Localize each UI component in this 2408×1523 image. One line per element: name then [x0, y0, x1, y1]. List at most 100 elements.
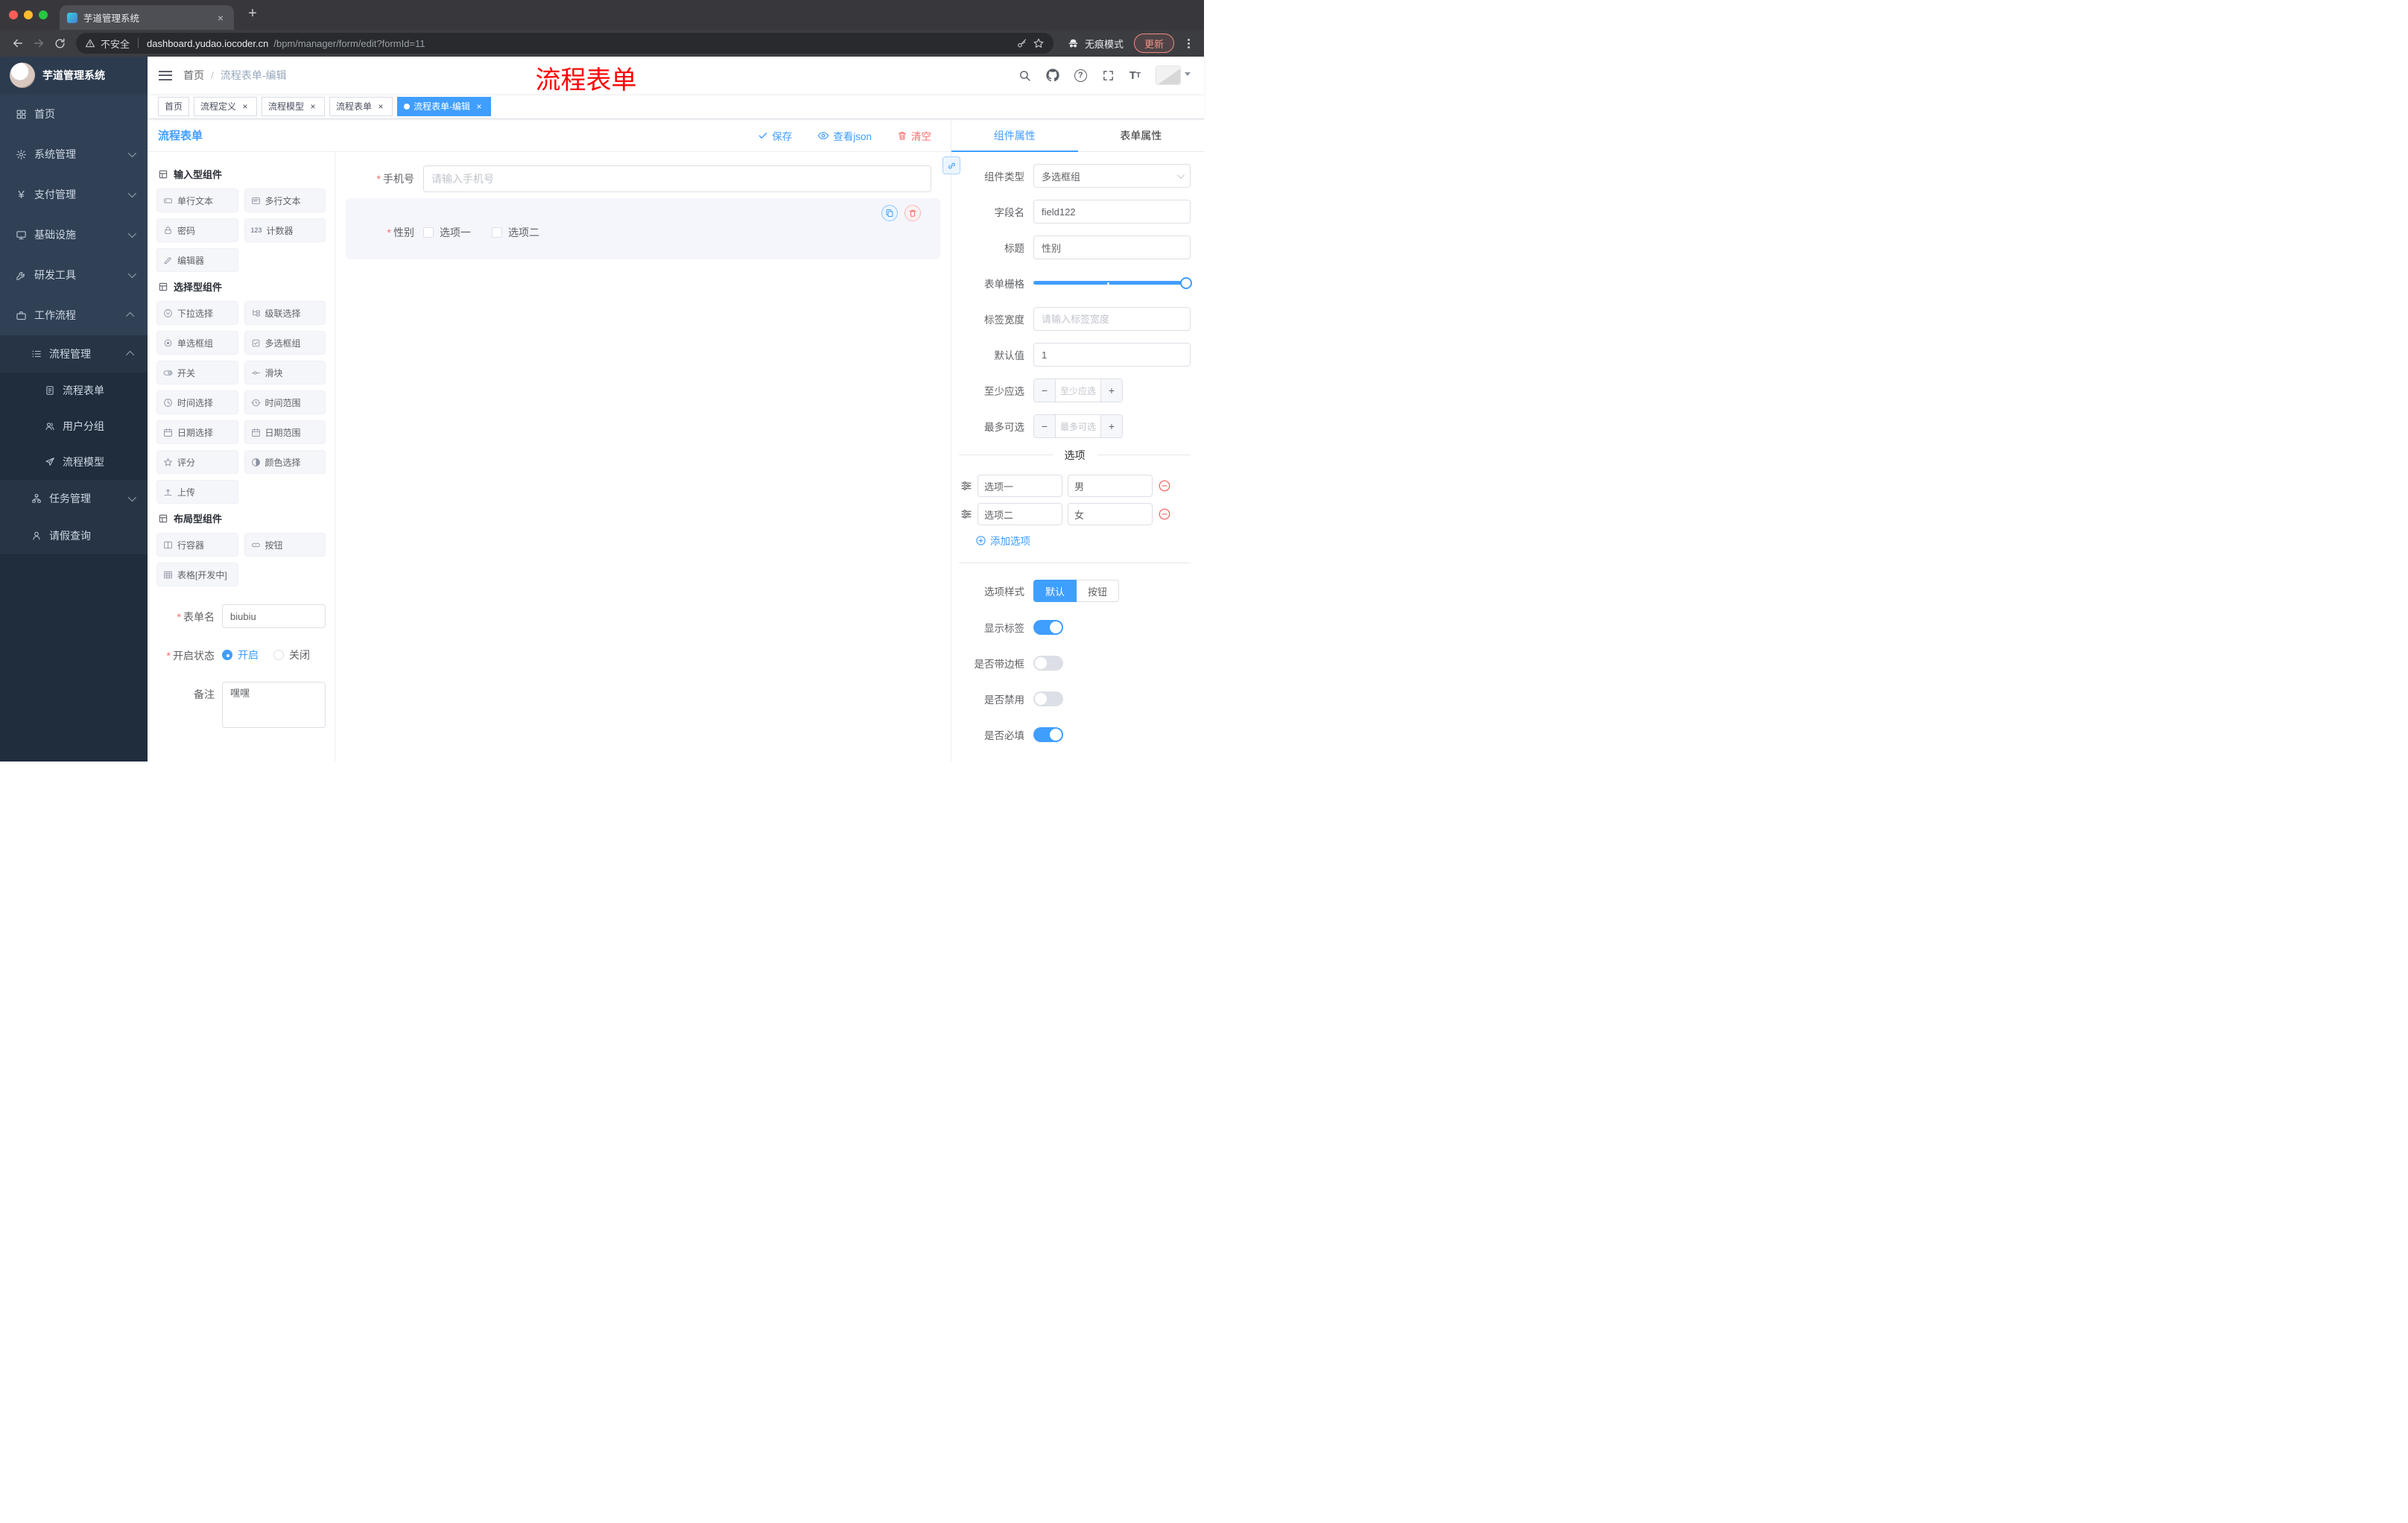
tag-close-icon[interactable]: ×: [308, 101, 318, 112]
remove-option-button[interactable]: [1158, 507, 1171, 521]
fullscreen-icon[interactable]: [1102, 69, 1115, 82]
tag-process-definition[interactable]: 流程定义 ×: [194, 96, 258, 116]
tag-process-form-edit[interactable]: 流程表单-编辑 ×: [397, 96, 492, 116]
view-json-button[interactable]: 查看json: [817, 128, 872, 143]
github-icon[interactable]: [1046, 69, 1059, 82]
palette-item-date[interactable]: 日期选择: [156, 420, 238, 444]
status-on-radio[interactable]: 开启: [222, 647, 259, 662]
decrease-button[interactable]: −: [1034, 415, 1056, 437]
required-switch[interactable]: [1033, 727, 1063, 742]
title-input[interactable]: [1033, 235, 1191, 259]
field-gender-selected[interactable]: * 性别 选项一 选项二: [346, 198, 940, 259]
sidebar-item-process-mgmt[interactable]: 流程管理: [0, 335, 148, 373]
forward-icon[interactable]: [28, 33, 49, 54]
label-width-input[interactable]: [1033, 307, 1191, 331]
grid-slider[interactable]: [1033, 271, 1192, 295]
sidebar-item-leave-query[interactable]: 请假查询: [0, 517, 148, 554]
add-option-button[interactable]: 添加选项: [975, 533, 1191, 548]
increase-button[interactable]: +: [1100, 415, 1122, 437]
save-button[interactable]: 保存: [758, 128, 792, 143]
palette-item-row-container[interactable]: 行容器: [156, 533, 238, 557]
sidebar-item-system[interactable]: 系统管理: [0, 134, 148, 174]
option-value-input[interactable]: [1068, 475, 1153, 497]
drag-handle-icon[interactable]: [960, 508, 972, 520]
option-value-input[interactable]: [1068, 503, 1153, 525]
bookmark-star-icon[interactable]: [1033, 37, 1045, 49]
palette-item-radio-group[interactable]: 单选框组: [156, 331, 238, 355]
default-value-input[interactable]: [1033, 343, 1191, 367]
gender-option1-checkbox[interactable]: 选项一: [423, 225, 471, 240]
gender-option2-checkbox[interactable]: 选项二: [492, 225, 539, 240]
disabled-switch[interactable]: [1033, 691, 1063, 706]
remove-option-button[interactable]: [1158, 479, 1171, 493]
palette-item-button[interactable]: 按钮: [244, 533, 326, 557]
breadcrumb-home[interactable]: 首页: [183, 68, 204, 83]
increase-button[interactable]: +: [1100, 379, 1122, 402]
style-default-button[interactable]: 默认: [1033, 580, 1077, 602]
palette-item-slider[interactable]: 滑块: [244, 361, 326, 384]
palette-item-rate[interactable]: 评分: [156, 450, 238, 474]
sidebar-item-task-mgmt[interactable]: 任务管理: [0, 480, 148, 517]
sidebar-item-home[interactable]: 首页: [0, 94, 148, 134]
update-button[interactable]: 更新: [1133, 34, 1174, 53]
link-button[interactable]: [942, 156, 960, 174]
palette-item-table[interactable]: 表格[开发中]: [156, 563, 238, 586]
border-switch[interactable]: [1033, 656, 1063, 671]
window-zoom-button[interactable]: [39, 10, 48, 19]
field-phone[interactable]: * 手机号: [346, 165, 940, 192]
tag-close-icon[interactable]: ×: [376, 101, 386, 112]
slider-handle[interactable]: [1180, 276, 1192, 289]
show-label-switch[interactable]: [1033, 620, 1063, 635]
help-icon[interactable]: ?: [1074, 69, 1087, 82]
palette-item-counter[interactable]: 123 计数器: [244, 218, 326, 242]
drag-handle-icon[interactable]: [960, 480, 972, 492]
new-tab-button[interactable]: +: [243, 5, 262, 22]
max-select-value[interactable]: 最多可选: [1056, 415, 1100, 437]
sidebar-item-infra[interactable]: 基础设施: [0, 215, 148, 255]
min-select-value[interactable]: 至少应选: [1056, 379, 1100, 402]
palette-item-color[interactable]: 颜色选择: [244, 450, 326, 474]
security-warning-icon[interactable]: [85, 38, 95, 48]
user-avatar[interactable]: [1156, 66, 1191, 85]
palette-item-time[interactable]: 时间选择: [156, 390, 238, 414]
browser-tab[interactable]: 芋道管理系统 ×: [60, 5, 234, 30]
password-key-icon[interactable]: [1016, 38, 1027, 49]
window-close-button[interactable]: [9, 10, 18, 19]
palette-item-cascader[interactable]: 级联选择: [244, 301, 326, 325]
tag-home[interactable]: 首页: [158, 96, 190, 116]
tag-close-icon[interactable]: ×: [240, 101, 250, 112]
copy-component-button[interactable]: [881, 205, 898, 221]
palette-item-date-range[interactable]: 日期范围: [244, 420, 326, 444]
component-type-select[interactable]: 多选框组: [1033, 164, 1191, 188]
form-remark-textarea[interactable]: 嘿嘿: [222, 682, 326, 728]
design-canvas[interactable]: * 手机号 请输入手机号 * 性别 选项一 选项二: [335, 152, 951, 762]
status-off-radio[interactable]: 关闭: [273, 647, 310, 662]
palette-item-upload[interactable]: 上传: [156, 480, 238, 504]
browser-menu-icon[interactable]: [1180, 33, 1197, 54]
palette-item-multi-text[interactable]: 多行文本: [244, 189, 326, 212]
font-size-icon[interactable]: TT: [1129, 69, 1141, 82]
palette-item-single-text[interactable]: 单行文本: [156, 189, 238, 212]
tag-process-model[interactable]: 流程模型 ×: [262, 96, 326, 116]
window-minimize-button[interactable]: [24, 10, 33, 19]
reload-icon[interactable]: [49, 33, 70, 54]
search-icon[interactable]: [1018, 69, 1031, 82]
field-name-input[interactable]: [1033, 200, 1191, 224]
palette-item-editor[interactable]: 编辑器: [156, 248, 238, 272]
option-label-input[interactable]: [978, 503, 1062, 525]
back-icon[interactable]: [7, 33, 28, 54]
palette-item-select[interactable]: 下拉选择: [156, 301, 238, 325]
style-button-button[interactable]: 按钮: [1077, 580, 1120, 602]
sidebar-item-devtools[interactable]: 研发工具: [0, 255, 148, 295]
sidebar-item-user-group[interactable]: 用户分组: [0, 408, 148, 444]
palette-item-password[interactable]: 密码: [156, 218, 238, 242]
form-name-input[interactable]: [222, 604, 326, 628]
delete-component-button[interactable]: [904, 205, 921, 221]
decrease-button[interactable]: −: [1034, 379, 1056, 402]
clear-button[interactable]: 清空: [897, 128, 931, 143]
sidebar-item-process-form[interactable]: 流程表单: [0, 373, 148, 408]
palette-item-checkbox-group[interactable]: 多选框组: [244, 331, 326, 355]
sidebar-item-process-model[interactable]: 流程模型: [0, 444, 148, 480]
palette-item-time-range[interactable]: 时间范围: [244, 390, 326, 414]
sidebar-item-payment[interactable]: ¥ 支付管理: [0, 174, 148, 215]
